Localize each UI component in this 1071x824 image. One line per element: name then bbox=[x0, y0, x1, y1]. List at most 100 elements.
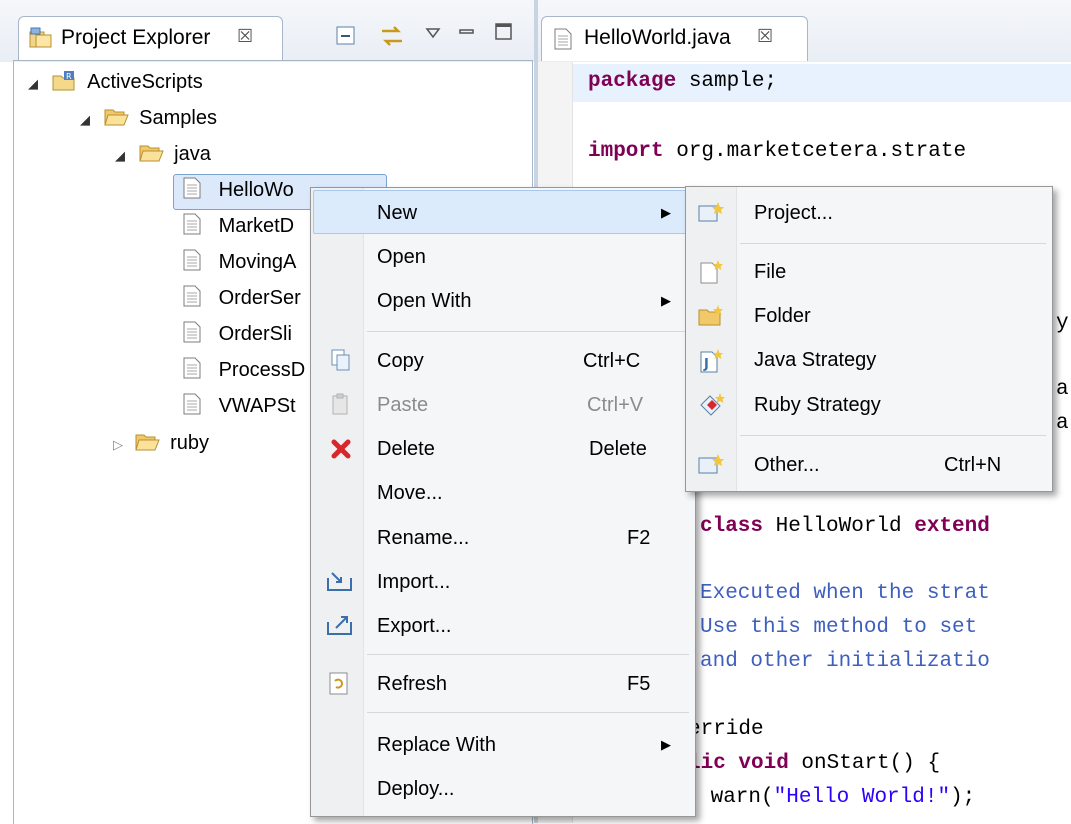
close-icon[interactable]: ☒ bbox=[757, 26, 773, 47]
new-ruby-strategy-icon bbox=[700, 393, 725, 416]
collapsed-triangle-icon[interactable]: ▷ bbox=[113, 437, 123, 452]
folder-open-icon bbox=[134, 434, 160, 451]
code-line-fragment: a bbox=[1056, 412, 1069, 435]
tree-item-label: OrderSli bbox=[218, 323, 292, 345]
code-line-fragment: a bbox=[1056, 378, 1069, 401]
tree-item-vwapstrategy[interactable]: VWAPSt bbox=[183, 388, 296, 424]
refresh-icon bbox=[329, 672, 348, 695]
menu-item-paste: Paste Ctrl+V bbox=[377, 383, 677, 427]
file-icon bbox=[183, 285, 201, 307]
tree-item-label: java bbox=[174, 143, 211, 165]
menu-item-deploy[interactable]: Deploy... bbox=[377, 767, 677, 811]
menu-item-replace-with[interactable]: Replace With ▶ bbox=[377, 723, 677, 767]
menu-item-delete[interactable]: Delete Delete bbox=[377, 427, 677, 471]
context-menu: New ▶ Open Open With ▶ Copy Ctrl+C Paste… bbox=[310, 187, 696, 817]
tree-item-label: HelloWo bbox=[218, 179, 294, 201]
project-explorer-tab-label: Project Explorer bbox=[61, 26, 211, 49]
menu-item-new[interactable]: New ▶ bbox=[377, 191, 677, 235]
code-line: lic void onStart() { bbox=[688, 752, 941, 775]
tree-item-label: VWAPSt bbox=[218, 395, 296, 417]
code-line: import org.marketcetera.strate bbox=[588, 140, 967, 163]
file-icon bbox=[183, 321, 201, 343]
collapse-all-icon[interactable] bbox=[336, 26, 356, 46]
code-comment-line: and other initializatio bbox=[700, 650, 990, 673]
submenu-item-file[interactable]: File bbox=[754, 250, 1034, 294]
code-comment-line: Use this method to set bbox=[700, 616, 978, 639]
delete-icon bbox=[331, 439, 351, 459]
shortcut-label: Ctrl+C bbox=[583, 350, 641, 372]
submenu-item-ruby-strategy[interactable]: Ruby Strategy bbox=[754, 383, 1034, 427]
menu-separator bbox=[740, 435, 1046, 436]
expanded-triangle-icon[interactable]: ◢ bbox=[28, 76, 38, 91]
code-line: warn("Hello World!"); bbox=[698, 786, 976, 809]
menu-item-open-with[interactable]: Open With ▶ bbox=[377, 279, 677, 323]
copy-icon bbox=[331, 349, 350, 371]
menu-item-import[interactable]: Import... bbox=[377, 560, 677, 604]
code-annotation-line: erride bbox=[688, 718, 764, 741]
tree-item-ruby[interactable]: ▷ ruby bbox=[113, 425, 209, 461]
file-icon bbox=[183, 357, 201, 379]
tree-item-orderslicer[interactable]: OrderSli bbox=[183, 316, 292, 352]
menu-icon-gutter bbox=[686, 187, 737, 491]
tree-item-label: ActiveScripts bbox=[87, 71, 203, 93]
editor-tab-label: HelloWorld.java bbox=[584, 26, 731, 49]
menu-separator bbox=[367, 654, 689, 655]
new-java-strategy-icon: J bbox=[700, 349, 723, 373]
code-comment-line: Executed when the strat bbox=[700, 582, 990, 605]
folder-open-icon bbox=[103, 109, 129, 126]
minimize-icon[interactable] bbox=[458, 26, 476, 40]
menu-item-export[interactable]: Export... bbox=[377, 604, 677, 648]
menu-item-move[interactable]: Move... bbox=[377, 471, 677, 515]
import-icon bbox=[327, 572, 352, 591]
link-with-editor-icon[interactable] bbox=[380, 24, 404, 48]
helloworld-editor-tab[interactable]: HelloWorld.java ☒ bbox=[541, 16, 808, 61]
shortcut-label: F5 bbox=[627, 673, 651, 695]
tree-item-label: ProcessD bbox=[218, 359, 306, 381]
file-icon bbox=[183, 213, 201, 235]
expanded-triangle-icon[interactable]: ◢ bbox=[80, 112, 90, 127]
submenu-arrow-icon: ▶ bbox=[661, 737, 671, 752]
project-icon: R bbox=[52, 71, 75, 91]
menu-item-refresh[interactable]: Refresh F5 bbox=[377, 662, 677, 706]
tree-item-helloworld[interactable]: HelloWo bbox=[183, 172, 294, 208]
close-icon[interactable]: ☒ bbox=[237, 26, 253, 47]
tree-item-label: OrderSer bbox=[218, 287, 301, 309]
menu-item-copy[interactable]: Copy Ctrl+C bbox=[377, 339, 677, 383]
menu-item-open[interactable]: Open bbox=[377, 235, 677, 279]
code-line: class HelloWorld extend bbox=[700, 515, 990, 538]
tree-item-samples[interactable]: ◢ Samples bbox=[80, 100, 217, 136]
tree-item-marketdata[interactable]: MarketD bbox=[183, 208, 294, 244]
shortcut-label: F2 bbox=[627, 527, 651, 549]
submenu-item-project[interactable]: Project... bbox=[754, 191, 1034, 235]
svg-text:J: J bbox=[703, 357, 709, 372]
tree-item-java[interactable]: ◢ java bbox=[115, 136, 211, 172]
menu-separator bbox=[367, 712, 689, 713]
submenu-item-java-strategy[interactable]: Java Strategy bbox=[754, 338, 1034, 382]
new-project-icon bbox=[698, 202, 724, 222]
view-menu-icon[interactable] bbox=[425, 26, 441, 40]
menu-item-rename[interactable]: Rename... F2 bbox=[377, 516, 677, 560]
submenu-item-folder[interactable]: Folder bbox=[754, 294, 1034, 338]
submenu-item-other[interactable]: Other... Ctrl+N bbox=[754, 443, 1034, 487]
project-explorer-tab[interactable]: Project Explorer ☒ bbox=[18, 16, 283, 61]
file-icon bbox=[183, 177, 201, 199]
shortcut-label: Ctrl+V bbox=[587, 394, 644, 416]
maximize-icon[interactable] bbox=[494, 22, 514, 42]
code-line-fragment: y bbox=[1056, 312, 1069, 335]
java-file-icon bbox=[554, 28, 572, 50]
new-folder-icon bbox=[698, 305, 723, 326]
tree-item-movingaverage[interactable]: MovingA bbox=[183, 244, 296, 280]
tree-item-ordersender[interactable]: OrderSer bbox=[183, 280, 301, 316]
file-icon bbox=[183, 393, 201, 415]
shortcut-label: Ctrl+N bbox=[944, 454, 1002, 476]
expanded-triangle-icon[interactable]: ◢ bbox=[115, 148, 125, 163]
export-icon bbox=[327, 616, 352, 635]
project-explorer-icon bbox=[29, 27, 52, 48]
tree-item-activescripts[interactable]: ◢ R ActiveScripts bbox=[28, 64, 203, 100]
tree-item-label: Samples bbox=[139, 107, 217, 129]
tree-item-processdata[interactable]: ProcessD bbox=[183, 352, 305, 388]
menu-separator bbox=[367, 331, 689, 332]
tree-item-label: MovingA bbox=[218, 251, 297, 273]
code-line: package sample; bbox=[588, 70, 778, 93]
tree-item-label: ruby bbox=[170, 432, 210, 454]
